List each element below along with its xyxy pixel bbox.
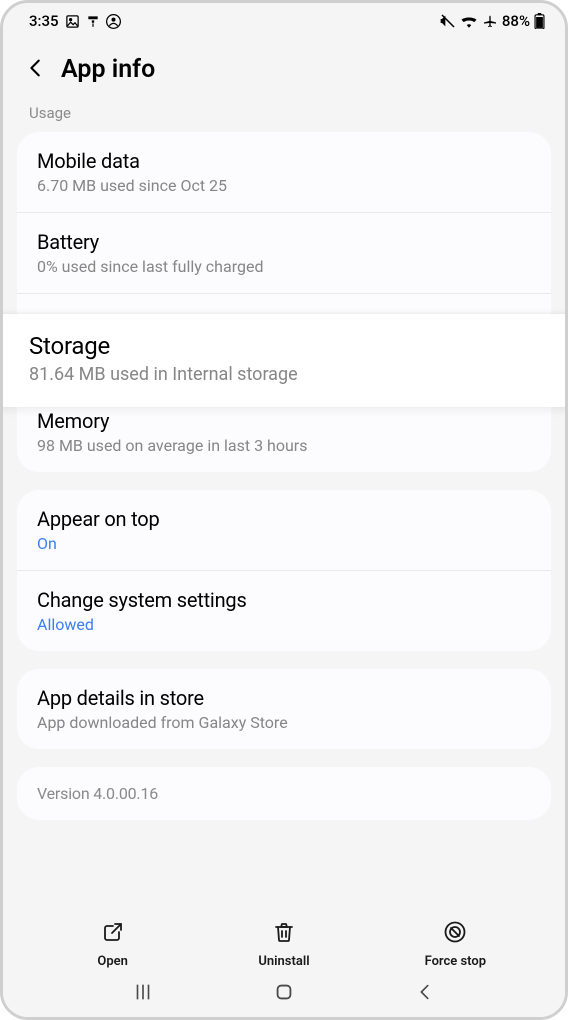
status-time: 3:35: [29, 12, 59, 30]
status-bar: 3:35: [3, 3, 565, 39]
network-icon: [86, 14, 100, 28]
mute-icon: [440, 13, 456, 29]
item-title: Appear on top: [37, 507, 531, 531]
home-button[interactable]: [273, 981, 295, 1007]
item-storage[interactable]: Storage 81.64 MB used in Internal storag…: [0, 314, 568, 407]
stop-icon: [443, 920, 467, 948]
nav-back-button[interactable]: [414, 981, 436, 1007]
recent-apps-button[interactable]: [132, 981, 154, 1007]
system-nav-bar: [3, 975, 565, 1017]
account-icon: [106, 14, 121, 29]
item-appear-on-top[interactable]: Appear on top On: [17, 490, 551, 570]
battery-text: 88%: [502, 12, 530, 30]
force-stop-button[interactable]: Force stop: [410, 920, 500, 969]
item-title: Memory: [37, 409, 531, 433]
airplane-icon: [482, 13, 498, 29]
item-title: Mobile data: [37, 149, 531, 173]
uninstall-label: Uninstall: [258, 954, 309, 969]
item-title: Storage: [29, 332, 539, 360]
item-title: App details in store: [37, 686, 531, 710]
open-label: Open: [97, 954, 128, 969]
store-card: App details in store App downloaded from…: [17, 669, 551, 749]
force-stop-label: Force stop: [425, 954, 487, 969]
item-title: Change system settings: [37, 588, 531, 612]
item-sub: 81.64 MB used in Internal storage: [29, 364, 539, 385]
trash-icon: [272, 920, 296, 948]
item-value: On: [37, 534, 531, 553]
item-title: Battery: [37, 230, 531, 254]
item-value: Allowed: [37, 615, 531, 634]
uninstall-button[interactable]: Uninstall: [239, 920, 329, 969]
item-change-system-settings[interactable]: Change system settings Allowed: [17, 570, 551, 651]
permissions-card: Appear on top On Change system settings …: [17, 490, 551, 651]
item-version: Version 4.0.00.16: [17, 767, 551, 820]
item-sub: 98 MB used on average in last 3 hours: [37, 436, 531, 455]
usage-card: Mobile data 6.70 MB used since Oct 25 Ba…: [17, 132, 551, 472]
item-mobile-data[interactable]: Mobile data 6.70 MB used since Oct 25: [17, 132, 551, 212]
item-sub: App downloaded from Galaxy Store: [37, 713, 531, 732]
item-battery[interactable]: Battery 0% used since last fully charged: [17, 212, 551, 293]
item-sub: 0% used since last fully charged: [37, 257, 531, 276]
back-icon[interactable]: [25, 57, 47, 83]
open-button[interactable]: Open: [68, 920, 158, 969]
image-icon: [65, 14, 80, 29]
section-label-usage: Usage: [3, 94, 565, 128]
battery-icon: [534, 13, 545, 29]
item-sub: 6.70 MB used since Oct 25: [37, 176, 531, 195]
open-icon: [101, 920, 125, 948]
version-text: Version 4.0.00.16: [37, 784, 531, 803]
version-card: Version 4.0.00.16: [17, 767, 551, 820]
item-app-details-in-store[interactable]: App details in store App downloaded from…: [17, 669, 551, 749]
page-title: App info: [61, 55, 155, 84]
wifi-icon: [460, 14, 478, 28]
bottom-action-bar: Open Uninstall Force stop: [3, 906, 565, 975]
